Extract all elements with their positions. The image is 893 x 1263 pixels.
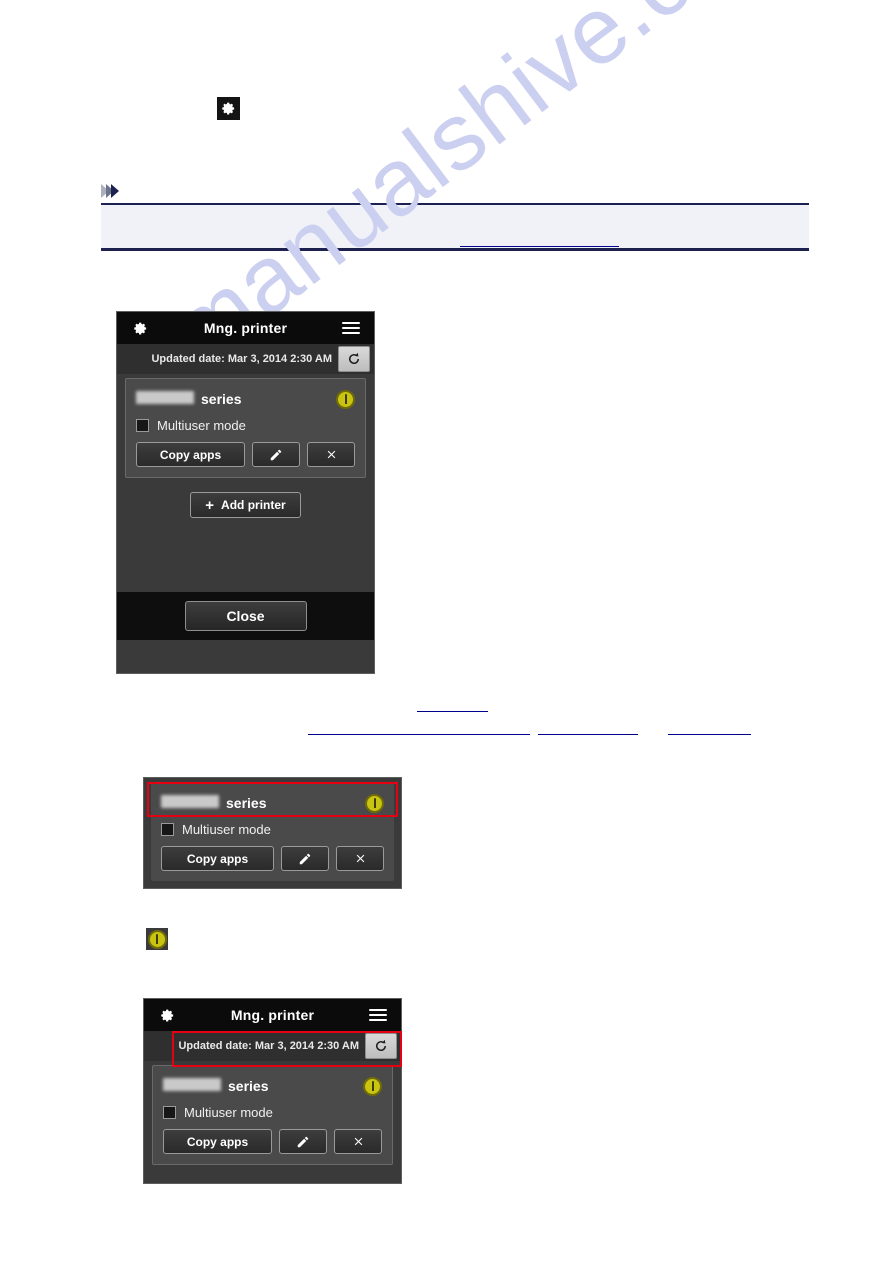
multiuser-mode-row[interactable]: Multiuser mode: [161, 822, 384, 837]
updated-date-bar: Updated date: Mar 3, 2014 2:30 AM: [144, 1031, 401, 1061]
note-title: Note: [125, 183, 154, 198]
dialog-footer: Close: [117, 592, 374, 640]
note-callout: Note: [101, 181, 809, 251]
inline-link[interactable]: [308, 720, 530, 735]
inline-link[interactable]: [440, 697, 488, 712]
multiuser-mode-checkbox[interactable]: [163, 1106, 176, 1119]
mng-printer-dialog[interactable]: Mng. printer Updated date: Mar 3, 2014 2…: [116, 311, 375, 674]
gear-icon[interactable]: [129, 317, 151, 339]
plus-icon: +: [205, 496, 215, 514]
series-label: series: [201, 391, 242, 407]
printer-model-name: series: [136, 391, 241, 407]
add-printer-row: + Add printer: [117, 492, 374, 518]
printer-actions: Copy apps: [136, 442, 355, 467]
printer-actions: Copy apps: [163, 1129, 382, 1154]
dialog-header: Mng. printer: [144, 999, 401, 1031]
multiuser-mode-row[interactable]: Multiuser mode: [163, 1105, 382, 1120]
warning-icon: [147, 929, 167, 949]
refresh-icon[interactable]: [365, 1033, 397, 1059]
gear-icon[interactable]: [156, 1004, 178, 1026]
dialog-title: Mng. printer: [203, 320, 288, 336]
pencil-icon[interactable]: [281, 846, 329, 871]
printer-card[interactable]: series Multiuser mode Copy apps: [152, 1065, 393, 1165]
printer-card[interactable]: series Multiuser mode Copy apps: [151, 783, 394, 881]
multiuser-mode-label: Multiuser mode: [157, 418, 246, 433]
pencil-icon[interactable]: [279, 1129, 327, 1154]
note-box: [101, 203, 809, 251]
multiuser-mode-label: Multiuser mode: [182, 822, 271, 837]
warning-icon[interactable]: [363, 1076, 382, 1096]
series-label: series: [226, 795, 267, 811]
printer-card-closeup[interactable]: series Multiuser mode Copy apps: [143, 777, 402, 889]
printer-model-row: series: [163, 1074, 382, 1098]
close-x-icon[interactable]: [307, 442, 355, 467]
inline-link[interactable]: [668, 720, 751, 735]
warning-icon-standalone: [146, 928, 168, 950]
refresh-icon[interactable]: [338, 346, 370, 372]
multiuser-mode-row[interactable]: Multiuser mode: [136, 418, 355, 433]
printer-card[interactable]: series Multiuser mode Copy apps: [125, 378, 366, 478]
dialog-body: series Multiuser mode Copy apps: [117, 378, 374, 592]
redacted-model-number: [163, 1078, 221, 1091]
updated-date-bar: Updated date: Mar 3, 2014 2:30 AM: [117, 344, 374, 374]
updated-date-text: Updated date: Mar 3, 2014 2:30 AM: [151, 353, 332, 365]
close-button[interactable]: Close: [184, 601, 307, 631]
add-printer-button[interactable]: + Add printer: [190, 492, 301, 518]
close-x-icon[interactable]: [334, 1129, 382, 1154]
copy-apps-button[interactable]: Copy apps: [163, 1129, 272, 1154]
inline-link[interactable]: [538, 720, 638, 735]
dialog-title: Mng. printer: [230, 1007, 315, 1023]
gear-icon[interactable]: [217, 97, 240, 120]
warning-icon[interactable]: [336, 389, 355, 409]
redacted-model-number: [161, 795, 219, 808]
note-header: Note: [101, 181, 809, 200]
pencil-icon[interactable]: [252, 442, 300, 467]
dialog-body: series Multiuser mode Copy apps: [144, 1065, 401, 1165]
note-link[interactable]: [460, 245, 619, 247]
printer-actions: Copy apps: [161, 846, 384, 871]
redacted-model-number: [136, 391, 194, 404]
printer-model-row: series: [136, 387, 355, 411]
printer-model-row: series: [161, 791, 384, 815]
dialog-header: Mng. printer: [117, 312, 374, 344]
warning-icon[interactable]: [365, 793, 384, 813]
multiuser-mode-checkbox[interactable]: [136, 419, 149, 432]
copy-apps-button[interactable]: Copy apps: [161, 846, 274, 871]
chevrons-right-icon: [101, 183, 119, 198]
printer-model-name: series: [163, 1078, 268, 1094]
updated-date-text: Updated date: Mar 3, 2014 2:30 AM: [178, 1040, 359, 1052]
series-label: series: [228, 1078, 269, 1094]
add-printer-label: Add printer: [221, 498, 286, 512]
hamburger-menu-icon[interactable]: [367, 1004, 389, 1026]
close-x-icon[interactable]: [336, 846, 384, 871]
multiuser-mode-checkbox[interactable]: [161, 823, 174, 836]
multiuser-mode-label: Multiuser mode: [184, 1105, 273, 1120]
printer-model-name: series: [161, 795, 266, 811]
hamburger-menu-icon[interactable]: [340, 317, 362, 339]
copy-apps-button[interactable]: Copy apps: [136, 442, 245, 467]
mng-printer-dialog-updated-highlight[interactable]: Mng. printer Updated date: Mar 3, 2014 2…: [143, 998, 402, 1184]
